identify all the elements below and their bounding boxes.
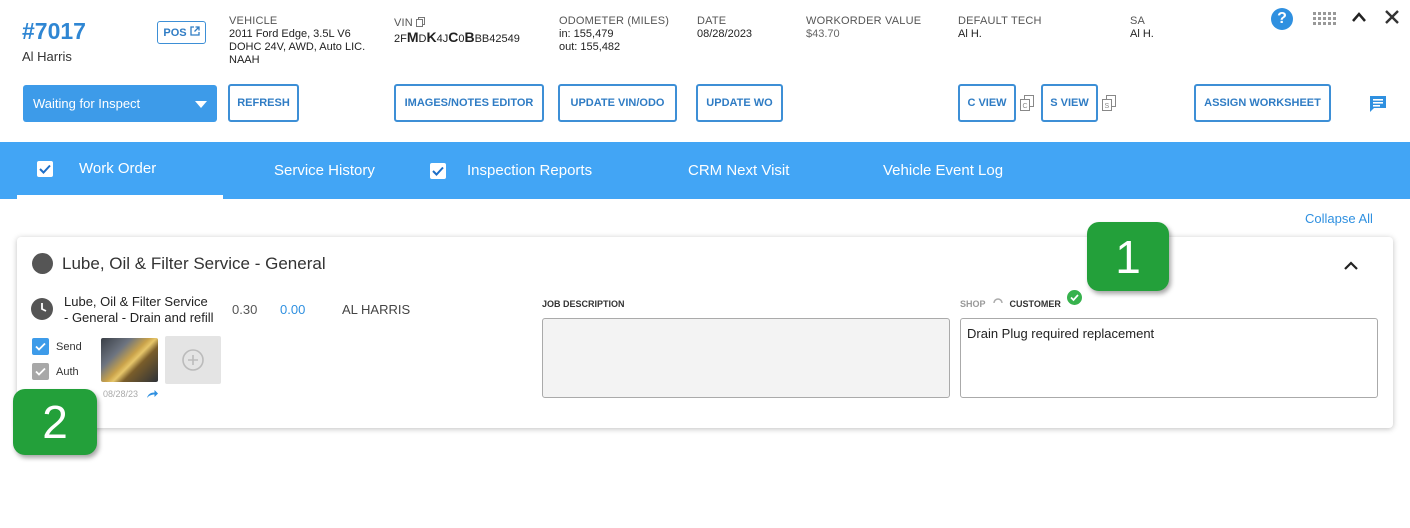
vin-part: K	[426, 29, 437, 45]
external-link-icon	[189, 26, 200, 39]
photo-date: 08/28/23	[103, 389, 139, 399]
vehicle-label: VEHICLE	[229, 15, 278, 27]
job-title: Lube, Oil & Filter Service - General	[62, 254, 326, 273]
chat-icon[interactable]	[1368, 94, 1388, 119]
date-label: DATE	[697, 15, 727, 27]
tab-label: Service History	[274, 162, 375, 179]
job-hours: 0.30	[232, 302, 258, 317]
tab-inspection-reports[interactable]: Inspection Reports	[430, 142, 592, 199]
vehicle-line: NAAH	[229, 54, 260, 66]
ro-number: #7017	[22, 18, 86, 44]
help-icon[interactable]: ?	[1271, 8, 1293, 30]
auth-checkbox[interactable]: Auth	[32, 363, 79, 380]
shop-customer-toggle[interactable]: SHOP CUSTOMER	[960, 298, 1061, 310]
tab-label: Work Order	[79, 160, 157, 177]
vin-part: 2F	[394, 33, 407, 45]
wo-value: $43.70	[806, 28, 840, 40]
close-icon[interactable]	[1384, 9, 1400, 30]
tab-vehicle-event-log[interactable]: Vehicle Event Log	[883, 142, 1003, 199]
chevron-up-icon[interactable]	[1351, 10, 1367, 28]
vin-label: VIN	[394, 17, 413, 29]
checkbox-checked-icon[interactable]	[430, 162, 446, 179]
customer-name[interactable]: Al Harris	[22, 49, 72, 64]
shop-label[interactable]: SHOP	[960, 299, 986, 309]
pos-label: POS	[163, 26, 187, 39]
copy-s-view-icon[interactable]: S	[1102, 95, 1117, 117]
vin-part: C	[448, 29, 459, 45]
checkbox-disabled-icon	[32, 363, 49, 380]
job-price[interactable]: 0.00	[280, 302, 305, 317]
pos-button[interactable]: POS	[157, 21, 206, 44]
date-value: 08/28/2023	[697, 28, 753, 40]
auth-label: Auth	[56, 365, 79, 378]
job-tech: AL HARRIS	[342, 302, 411, 317]
apps-grid-icon[interactable]	[1313, 12, 1339, 31]
caret-down-icon	[195, 96, 207, 111]
vin-part: BB42549	[474, 33, 520, 45]
wo-value-label: WORKORDER VALUE	[806, 15, 922, 27]
assign-worksheet-button[interactable]: ASSIGN WORKSHEET	[1194, 84, 1331, 122]
customer-label[interactable]: CUSTOMER	[1010, 299, 1061, 309]
vin-value: 2FMDK4JC0BBB42549	[394, 29, 520, 47]
odometer-label: ODOMETER (MILES)	[559, 15, 670, 27]
status-select-value: Waiting for Inspect	[33, 96, 141, 111]
checkbox-checked-icon[interactable]	[37, 160, 53, 177]
send-checkbox[interactable]: Send	[32, 338, 82, 355]
tab-label: Vehicle Event Log	[883, 162, 1004, 179]
svg-text:C: C	[1023, 103, 1028, 110]
tech-value: Al H.	[958, 28, 982, 40]
checkbox-checked-icon	[32, 338, 49, 355]
customer-note-field[interactable]: Drain Plug required replacement	[960, 318, 1378, 398]
plus-circle-icon	[182, 349, 204, 371]
sa-value: Al H.	[1130, 28, 1154, 40]
add-photo-button[interactable]	[165, 336, 221, 384]
status-select[interactable]: Waiting for Inspect	[23, 85, 217, 122]
clock-icon	[31, 298, 53, 325]
tab-label: CRM Next Visit	[688, 162, 790, 179]
vin-part: B	[464, 29, 475, 45]
vehicle-line: DOHC 24V, AWD, Auto LIC.	[229, 41, 366, 53]
status-dot-icon	[32, 253, 53, 274]
customer-note-text: Drain Plug required replacement	[967, 326, 1155, 341]
collapse-all-link[interactable]: Collapse All	[1305, 211, 1373, 226]
s-view-button[interactable]: S VIEW	[1041, 84, 1098, 122]
tech-label: DEFAULT TECH	[958, 15, 1042, 27]
share-icon[interactable]	[146, 386, 159, 404]
svg-text:S: S	[1105, 103, 1110, 110]
copy-c-view-icon[interactable]: C	[1020, 95, 1035, 117]
refresh-button[interactable]: REFRESH	[228, 84, 299, 122]
vin-part: 4J	[436, 33, 449, 45]
tab-work-order[interactable]: Work Order	[17, 142, 223, 199]
vehicle-info: 2011 Ford Edge, 3.5L V6 DOHC 24V, AWD, A…	[229, 28, 365, 67]
update-vin-odo-button[interactable]: UPDATE VIN/ODO	[558, 84, 677, 122]
tab-crm-next-visit[interactable]: CRM Next Visit	[688, 142, 789, 199]
odometer-out: out: 155,482	[559, 41, 621, 53]
tab-label: Inspection Reports	[467, 162, 593, 179]
images-notes-editor-button[interactable]: IMAGES/NOTES EDITOR	[394, 84, 544, 122]
sa-label: SA	[1130, 15, 1146, 27]
update-wo-button[interactable]: UPDATE WO	[696, 84, 783, 122]
send-label: Send	[56, 340, 82, 353]
job-description-field[interactable]	[542, 318, 950, 398]
check-circle-icon	[1067, 290, 1082, 310]
vehicle-line: 2011 Ford Edge, 3.5L V6	[229, 28, 351, 40]
collapse-job-icon[interactable]	[1343, 258, 1359, 276]
c-view-button[interactable]: C VIEW	[958, 84, 1016, 122]
callout-badge-one: 1	[1087, 222, 1169, 291]
callout-badge-two: 2	[13, 389, 97, 455]
vin-part: M	[406, 29, 419, 45]
odometer-in: in: 155,479	[559, 28, 614, 40]
job-description-label: JOB DESCRIPTION	[542, 299, 625, 309]
job-line-name: Lube, Oil & Filter Service - General - D…	[64, 294, 214, 326]
job-card: Lube, Oil & Filter Service - General Lub…	[17, 237, 1393, 428]
tab-bar: Work Order Service History Inspection Re…	[0, 142, 1410, 199]
job-line-name-2: - General - Drain and refill	[64, 310, 214, 325]
oil-photo-thumbnail[interactable]	[101, 338, 158, 382]
spinner-icon	[992, 298, 1004, 310]
tab-service-history[interactable]: Service History	[274, 142, 375, 199]
job-line-name-1: Lube, Oil & Filter Service	[64, 294, 208, 309]
